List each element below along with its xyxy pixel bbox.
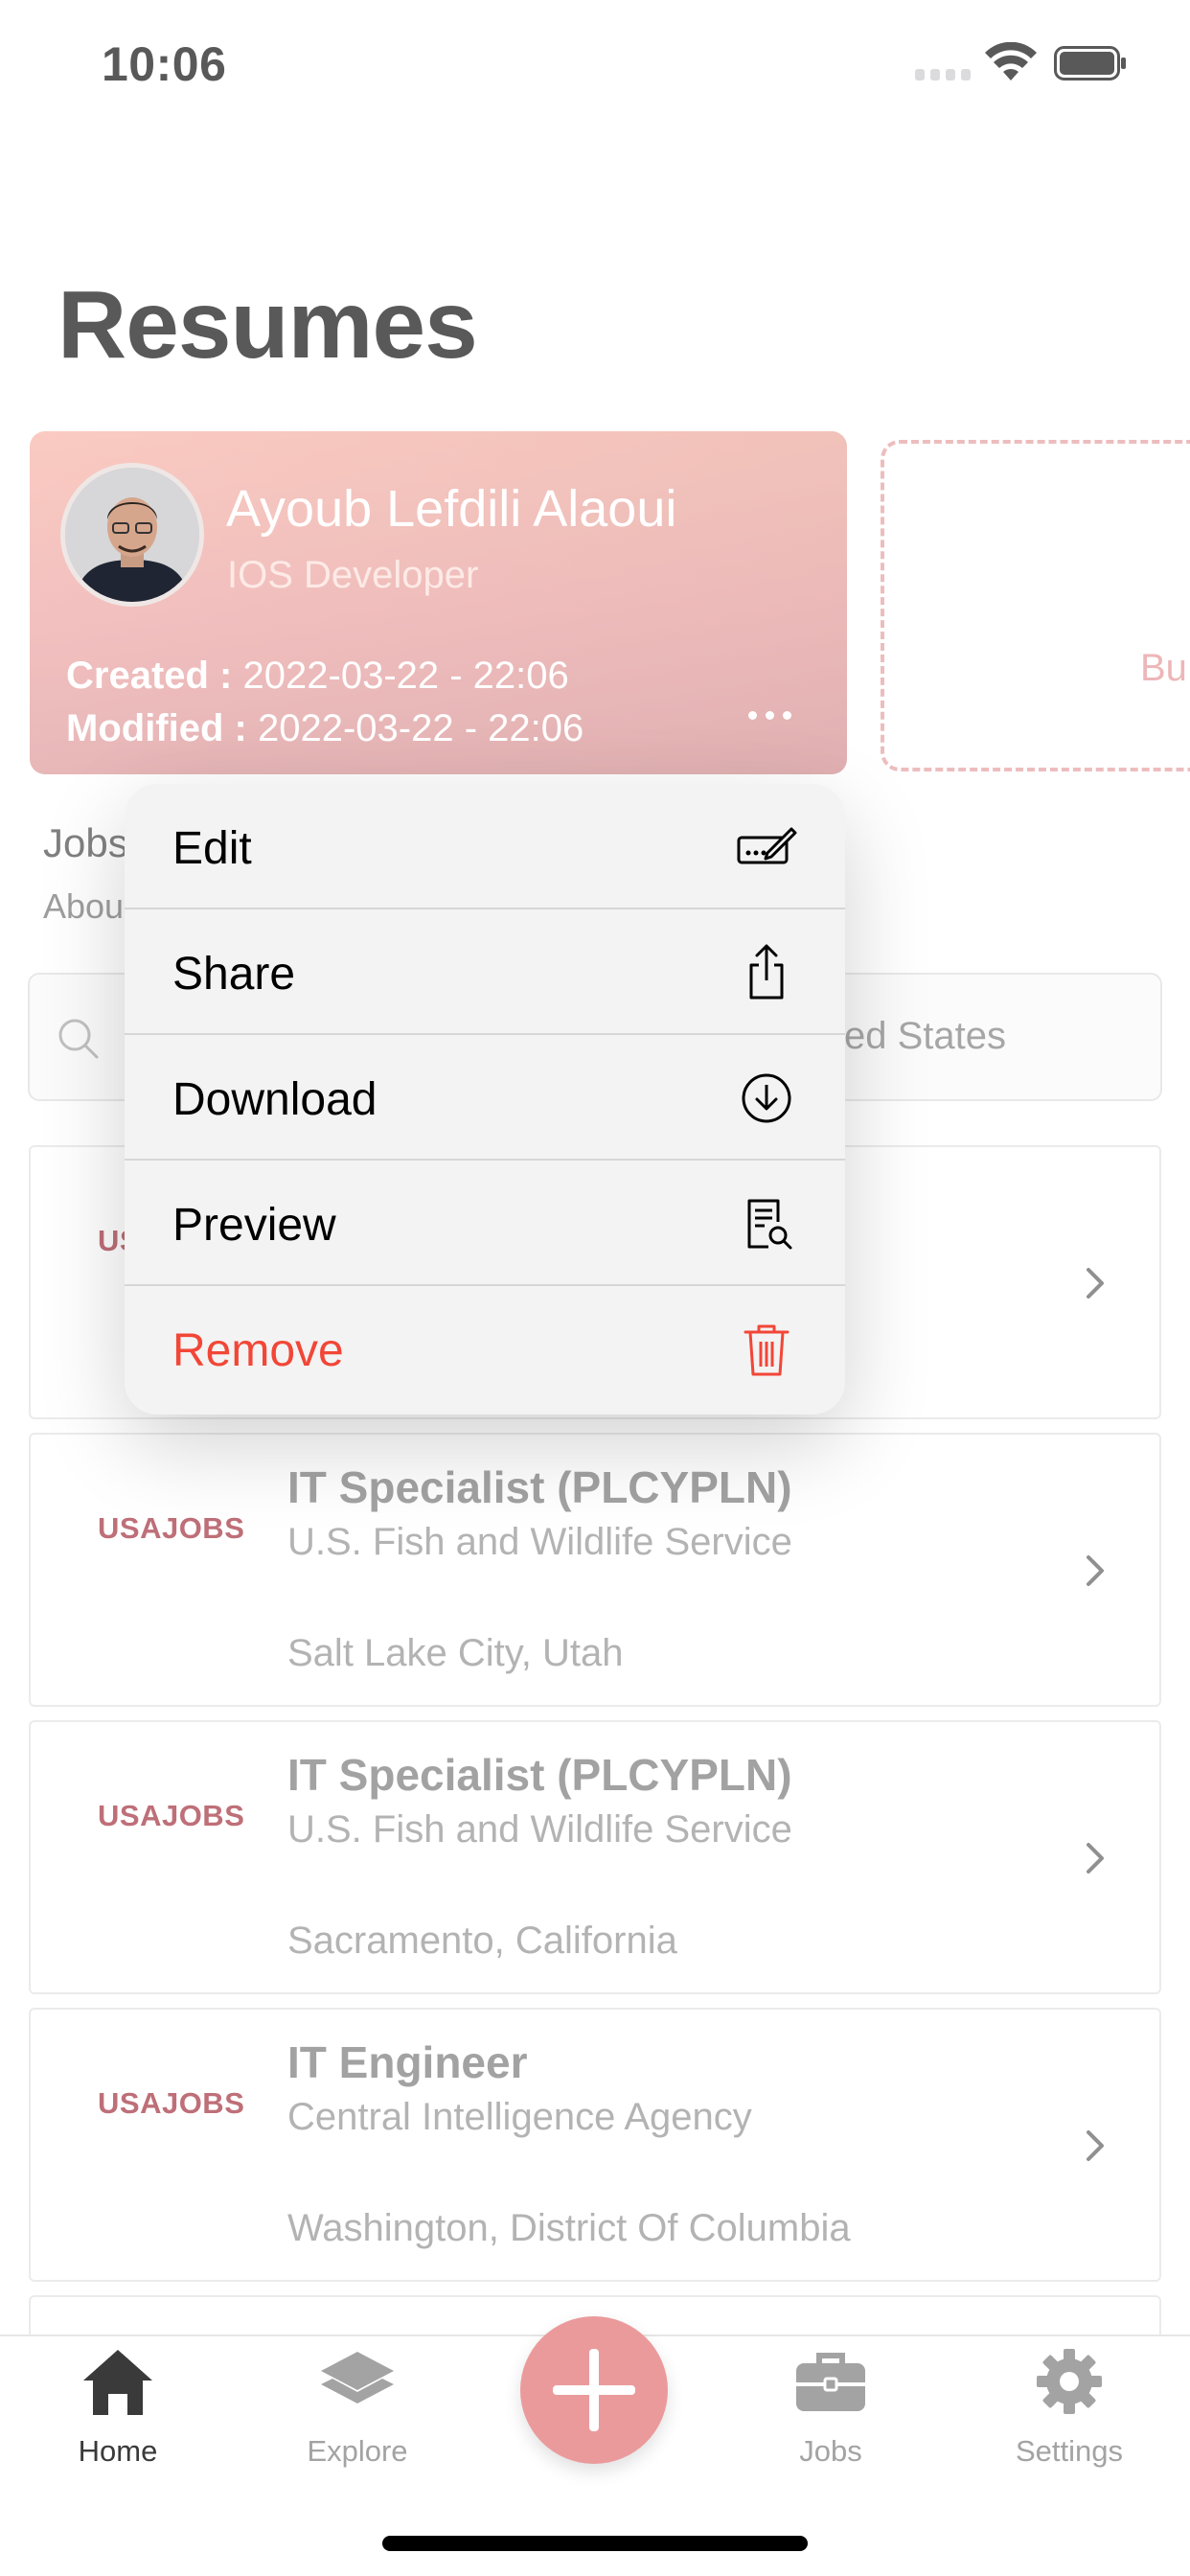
battery-icon [1054, 46, 1126, 80]
menu-item-download[interactable]: Download [125, 1035, 845, 1161]
job-card[interactable]: USAJOBS IT Engineer Central Intelligence… [29, 2008, 1161, 2282]
resume-role: IOS Developer [227, 554, 479, 596]
usajobs-logo: USAJOBS [98, 1511, 245, 1545]
menu-label: Download [172, 1074, 378, 1125]
search-icon [58, 1019, 99, 1059]
resume-name: Ayoub Lefdili Alaoui [226, 480, 677, 538]
trash-icon [744, 1324, 790, 1376]
jobs-subheading: Abou [43, 886, 125, 926]
job-title: IT Specialist (PLCYPLN) [287, 1462, 792, 1512]
signature-icon [737, 827, 797, 864]
created-value: 2022-03-22 - 22:06 [242, 655, 569, 697]
resume-card[interactable]: Ayoub Lefdili Alaoui IOS Developer Creat… [30, 431, 847, 774]
search-location-text: ed States [844, 1015, 1007, 1057]
page-title: Resumes [57, 271, 478, 379]
status-bar: 10:06 [0, 0, 1190, 134]
more-options-button[interactable] [741, 696, 798, 734]
menu-label: Edit [172, 823, 252, 874]
preview-icon [747, 1199, 792, 1250]
context-menu: Edit Share Download Preview Remove [125, 784, 845, 1414]
usajobs-logo: USAJOBS [98, 2086, 245, 2120]
job-location: Salt Lake City, Utah [287, 1632, 624, 1674]
job-location: Washington, District Of Columbia [287, 2207, 851, 2249]
modified-value: 2022-03-22 - 22:06 [257, 707, 584, 749]
avatar [60, 463, 204, 607]
job-title: IT Engineer [287, 2037, 528, 2087]
add-resume-label: Bu [1140, 647, 1187, 689]
ellipsis-icon [747, 710, 757, 720]
job-title: IT Specialist (PLCYPLN) [287, 1750, 792, 1800]
menu-label: Preview [172, 1200, 336, 1251]
jobs-heading: Jobs [43, 820, 128, 865]
tab-home[interactable]: Home [32, 2346, 204, 2469]
menu-item-preview[interactable]: Preview [125, 1161, 845, 1286]
menu-label: Share [172, 949, 296, 1000]
briefcase-icon [796, 2353, 865, 2411]
usajobs-logo: USAJOBS [98, 1799, 245, 1832]
chevron-right-icon [1087, 1555, 1104, 1586]
tab-settings[interactable]: Settings [983, 2346, 1156, 2469]
share-icon [749, 944, 784, 1000]
status-time: 10:06 [102, 37, 227, 91]
modified-label: Modified : [66, 707, 247, 749]
chevron-right-icon [1087, 2130, 1104, 2161]
chevron-right-icon [1087, 1268, 1104, 1299]
job-agency: U.S. Fish and Wildlife Service [287, 1521, 792, 1563]
job-agency: U.S. Fish and Wildlife Service [287, 1808, 792, 1851]
menu-item-edit[interactable]: Edit [125, 784, 845, 909]
cellular-signal-icon [915, 69, 971, 80]
menu-item-remove[interactable]: Remove [125, 1286, 845, 1414]
menu-label: Remove [172, 1325, 344, 1376]
add-button[interactable] [520, 2316, 668, 2464]
layers-icon [321, 2352, 394, 2404]
tab-label: Home [78, 2434, 158, 2468]
created-date: Created : 2022-03-22 - 22:06 [66, 655, 569, 698]
tab-label: Explore [307, 2434, 408, 2468]
tab-jobs[interactable]: Jobs [744, 2346, 917, 2469]
modified-date: Modified : 2022-03-22 - 22:06 [66, 707, 584, 750]
tab-label: Jobs [799, 2434, 862, 2468]
created-label: Created : [66, 655, 233, 697]
tab-label: Settings [1015, 2434, 1123, 2468]
gear-icon [1037, 2349, 1102, 2414]
add-resume-card[interactable] [881, 440, 1190, 771]
job-location: Sacramento, California [287, 1920, 677, 1962]
download-icon [742, 1073, 791, 1123]
job-card[interactable]: USAJOBS IT Specialist (PLCYPLN) U.S. Fis… [29, 1720, 1161, 1994]
job-agency: Central Intelligence Agency [287, 2096, 752, 2138]
chevron-right-icon [1087, 1843, 1104, 1874]
profile-photo [65, 468, 199, 602]
home-icon [83, 2350, 152, 2415]
job-card[interactable]: USAJOBS IT Specialist (PLCYPLN) U.S. Fis… [29, 1433, 1161, 1707]
tab-explore[interactable]: Explore [271, 2346, 444, 2469]
menu-item-share[interactable]: Share [125, 909, 845, 1035]
home-indicator [382, 2536, 808, 2551]
wifi-icon [985, 42, 1037, 80]
